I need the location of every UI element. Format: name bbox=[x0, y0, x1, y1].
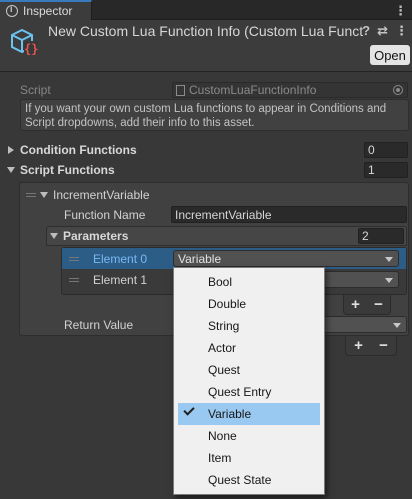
function-header-label: IncrementVariable bbox=[53, 188, 150, 202]
script-label: Script bbox=[20, 83, 51, 97]
menu-item-none[interactable]: None bbox=[174, 425, 324, 447]
preset-icon[interactable]: ⇄ bbox=[377, 23, 388, 39]
info-icon bbox=[6, 4, 18, 17]
parameters-add-remove: + − bbox=[343, 295, 391, 315]
function-name-label: Function Name bbox=[64, 208, 146, 222]
condition-functions-label: Condition Functions bbox=[20, 143, 137, 157]
menu-item-item[interactable]: Item bbox=[174, 447, 324, 469]
condition-functions-count[interactable]: 0 bbox=[364, 142, 408, 158]
menu-item-label: Bool bbox=[208, 275, 233, 289]
script-functions-add-remove: + − bbox=[345, 336, 397, 356]
help-icon[interactable]: ? bbox=[362, 23, 370, 39]
condition-functions-foldout[interactable]: Condition Functions bbox=[8, 141, 137, 159]
return-value-row: Return Value bbox=[64, 316, 133, 334]
menu-item-label: Actor bbox=[208, 341, 237, 355]
element-1-row[interactable]: Element 1 bbox=[69, 271, 147, 289]
dropdown-arrow-icon bbox=[385, 278, 393, 283]
inspector-header: {} New Custom Lua Function Info (Custom … bbox=[0, 20, 412, 72]
menu-item-label: Double bbox=[208, 297, 247, 311]
function-name-input[interactable]: IncrementVariable bbox=[171, 206, 407, 223]
menu-item-label: Variable bbox=[208, 407, 252, 421]
dropdown-arrow-icon bbox=[393, 323, 401, 328]
remove-function-button[interactable]: − bbox=[379, 337, 388, 354]
element-0-dropdown[interactable]: Variable bbox=[173, 250, 399, 267]
script-functions-label: Script Functions bbox=[20, 163, 115, 177]
open-button[interactable]: Open bbox=[370, 45, 410, 65]
script-functions-count[interactable]: 1 bbox=[364, 162, 408, 178]
menu-item-variable[interactable]: Variable bbox=[178, 403, 320, 425]
menu-item-label: None bbox=[208, 429, 237, 443]
script-value: CustomLuaFunctionInfo bbox=[189, 83, 317, 97]
asset-title: New Custom Lua Function Info (Custom Lua… bbox=[48, 23, 364, 39]
checkmark-icon bbox=[183, 404, 195, 416]
function-name-row: Function Name bbox=[64, 206, 145, 224]
menu-item-bool[interactable]: Bool bbox=[174, 271, 324, 293]
menu-item-double[interactable]: Double bbox=[174, 293, 324, 315]
object-picker-icon[interactable] bbox=[393, 85, 403, 95]
menu-item-label: String bbox=[208, 319, 240, 333]
menu-item-label: Quest State bbox=[208, 473, 272, 487]
element-0-label-row: Element 0 bbox=[69, 250, 147, 268]
parameters-foldout[interactable]: Parameters bbox=[50, 227, 128, 245]
return-value-label: Return Value bbox=[64, 318, 134, 332]
element-0-label: Element 0 bbox=[93, 252, 148, 266]
menu-item-label: Quest Entry bbox=[208, 385, 272, 399]
script-field: CustomLuaFunctionInfo bbox=[172, 82, 408, 98]
remove-parameter-button[interactable]: − bbox=[374, 296, 383, 313]
context-menu-icon[interactable]: ⋮ bbox=[395, 23, 408, 39]
tab-bar: Inspector ⋮ bbox=[0, 0, 412, 20]
foldout-collapsed-icon bbox=[8, 146, 14, 154]
menu-item-label: Item bbox=[208, 451, 232, 465]
drag-handle-icon[interactable] bbox=[69, 257, 79, 261]
add-parameter-button[interactable]: + bbox=[351, 296, 360, 313]
menu-item-quest-entry[interactable]: Quest Entry bbox=[174, 381, 324, 403]
menu-item-string[interactable]: String bbox=[174, 315, 324, 337]
foldout-expanded-icon bbox=[40, 192, 48, 198]
foldout-expanded-icon bbox=[50, 233, 58, 239]
menu-item-quest-state[interactable]: Quest State bbox=[174, 469, 324, 491]
parameter-type-menu: Bool Double String Actor Quest Quest Ent… bbox=[173, 267, 325, 495]
tab-inspector[interactable]: Inspector bbox=[0, 0, 92, 20]
script-functions-foldout[interactable]: Script Functions bbox=[7, 161, 115, 179]
function-header[interactable]: IncrementVariable bbox=[26, 186, 150, 204]
tab-title: Inspector bbox=[23, 4, 73, 18]
menu-item-quest[interactable]: Quest bbox=[174, 359, 324, 381]
parameters-count[interactable]: 2 bbox=[358, 228, 404, 244]
kebab-menu-icon[interactable]: ⋮ bbox=[394, 3, 407, 19]
dropdown-arrow-icon bbox=[385, 257, 393, 262]
script-file-icon bbox=[176, 84, 185, 96]
help-box: If you want your own custom Lua function… bbox=[20, 99, 409, 131]
element-1-label: Element 1 bbox=[93, 273, 148, 287]
foldout-expanded-icon bbox=[7, 167, 15, 173]
parameters-label: Parameters bbox=[63, 229, 129, 243]
svg-text:{}: {} bbox=[24, 42, 38, 56]
menu-item-actor[interactable]: Actor bbox=[174, 337, 324, 359]
add-function-button[interactable]: + bbox=[354, 337, 363, 354]
drag-handle-icon[interactable] bbox=[26, 193, 36, 197]
element-0-value: Variable bbox=[178, 251, 222, 266]
scriptable-object-icon: {} bbox=[11, 28, 38, 56]
drag-handle-icon[interactable] bbox=[69, 278, 79, 282]
menu-item-label: Quest bbox=[208, 363, 241, 377]
